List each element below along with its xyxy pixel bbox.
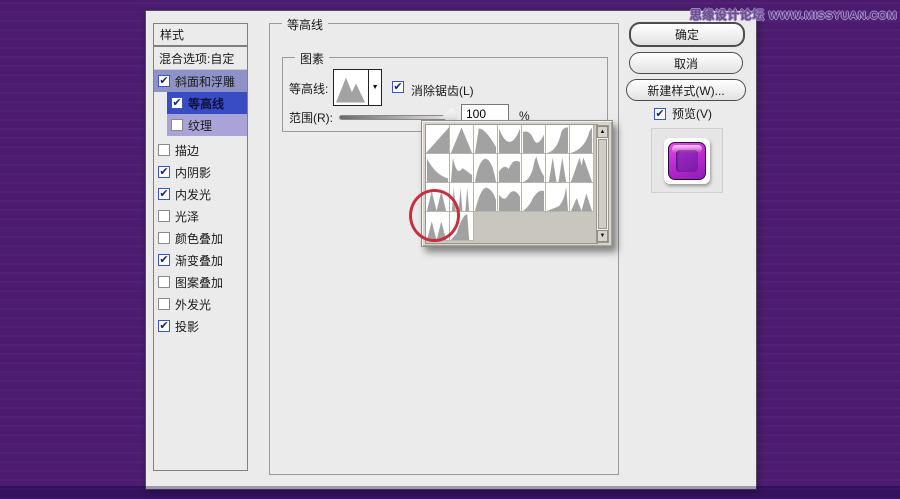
annotation-circle bbox=[409, 189, 460, 242]
contour-preset-0[interactable] bbox=[426, 125, 450, 154]
contour-groupbox: 等高线 图素 等高线: ▼ ✔ 消除锯齿(L) 范围(R): % bbox=[269, 23, 619, 475]
style-checkbox[interactable] bbox=[158, 298, 170, 310]
contour-preset-6[interactable] bbox=[570, 125, 594, 154]
contour-field-label: 等高线: bbox=[289, 80, 328, 97]
range-field-label: 范围(R): bbox=[289, 109, 333, 126]
new-style-button-label: 新建样式(W)... bbox=[647, 82, 724, 99]
preview-swatch-panel bbox=[651, 128, 723, 193]
preview-tile bbox=[664, 138, 710, 184]
style-checkbox[interactable]: ✔ bbox=[158, 320, 170, 332]
style-item-label: 投影 bbox=[175, 318, 199, 335]
styled-button-preview bbox=[668, 142, 706, 180]
ok-button[interactable]: 确定 bbox=[629, 22, 745, 47]
style-item-label: 渐变叠加 bbox=[175, 252, 223, 269]
style-item-3[interactable]: 描边 bbox=[154, 142, 247, 158]
contour-preset-17[interactable] bbox=[498, 183, 522, 212]
contour-preset-18[interactable] bbox=[522, 183, 546, 212]
style-item-2[interactable]: 纹理 bbox=[167, 114, 247, 136]
style-checkbox[interactable]: ✔ bbox=[158, 75, 170, 87]
contour-preset-2[interactable] bbox=[474, 125, 498, 154]
watermark-site-url: WWW.MISSYUAN.COM bbox=[769, 10, 897, 22]
style-checkbox[interactable]: ✔ bbox=[158, 254, 170, 266]
style-item-label: 内阴影 bbox=[175, 164, 211, 181]
contour-preset-1[interactable] bbox=[450, 125, 474, 154]
contour-preset-11[interactable] bbox=[522, 154, 546, 183]
contour-preset-12[interactable] bbox=[546, 154, 570, 183]
antialias-checkbox[interactable]: ✔ bbox=[392, 81, 404, 93]
style-checkbox[interactable] bbox=[158, 276, 170, 288]
styles-panel-title-label: 样式 bbox=[160, 26, 184, 43]
site-watermark: 思缘设计论坛 WWW.MISSYUAN.COM bbox=[690, 6, 897, 23]
style-checkbox[interactable] bbox=[171, 119, 183, 131]
style-item-8[interactable]: ✔ 渐变叠加 bbox=[154, 252, 247, 268]
scroll-down-icon[interactable]: ▼ bbox=[597, 230, 608, 242]
contour-group-title: 等高线 bbox=[282, 16, 328, 33]
style-checkbox[interactable] bbox=[158, 232, 170, 244]
style-item-1[interactable]: ✔ 等高线 bbox=[167, 92, 247, 114]
style-item-10[interactable]: 外发光 bbox=[154, 296, 247, 312]
style-checkbox[interactable]: ✔ bbox=[171, 97, 183, 109]
contour-preset-8[interactable] bbox=[450, 154, 474, 183]
scroll-up-icon[interactable]: ▲ bbox=[597, 126, 608, 138]
antialias-label: 消除锯齿(L) bbox=[411, 82, 474, 99]
cancel-button[interactable]: 取消 bbox=[629, 52, 743, 74]
style-item-0[interactable]: ✔ 斜面和浮雕 bbox=[154, 70, 247, 92]
style-checkbox[interactable]: ✔ bbox=[158, 188, 170, 200]
style-item-label: 描边 bbox=[175, 142, 199, 159]
style-checkbox[interactable] bbox=[158, 210, 170, 222]
style-checkbox[interactable] bbox=[158, 144, 170, 156]
style-item-4[interactable]: ✔ 内阴影 bbox=[154, 164, 247, 180]
popup-scrollbar[interactable]: ▲ ▼ bbox=[596, 125, 609, 243]
watermark-site-name: 思缘设计论坛 bbox=[690, 8, 765, 22]
contour-preset-20[interactable] bbox=[570, 183, 594, 212]
style-item-label: 等高线 bbox=[188, 95, 224, 112]
blending-options-item[interactable]: 混合选项:自定 bbox=[154, 47, 247, 70]
style-item-label: 颜色叠加 bbox=[175, 230, 223, 247]
ok-button-label: 确定 bbox=[675, 26, 699, 43]
new-style-button[interactable]: 新建样式(W)... bbox=[626, 79, 746, 101]
contour-thumbnail[interactable] bbox=[334, 70, 368, 105]
contour-preset-7[interactable] bbox=[426, 154, 450, 183]
contour-preset-dropdown[interactable]: ▼ bbox=[333, 69, 382, 106]
elements-group-title: 图素 bbox=[295, 50, 329, 67]
style-item-6[interactable]: 光泽 bbox=[154, 208, 247, 224]
style-item-5[interactable]: ✔ 内发光 bbox=[154, 186, 247, 202]
style-item-label: 斜面和浮雕 bbox=[175, 73, 235, 90]
styles-panel-title: 样式 bbox=[153, 23, 248, 46]
style-item-11[interactable]: ✔ 投影 bbox=[154, 318, 247, 334]
cancel-button-label: 取消 bbox=[674, 55, 698, 72]
preview-checkbox-label: 预览(V) bbox=[672, 105, 712, 122]
styles-list: 混合选项:自定 ✔ 斜面和浮雕 ✔ 等高线纹理描边 ✔ 内阴影 ✔ 内发光光泽颜色叠加 ✔ 渐变叠… bbox=[153, 46, 248, 471]
style-item-9[interactable]: 图案叠加 bbox=[154, 274, 247, 290]
scrollbar-thumb[interactable] bbox=[598, 139, 607, 229]
layer-style-dialog: 样式 混合选项:自定 ✔ 斜面和浮雕 ✔ 等高线纹理描边 ✔ 内阴影 ✔ 内发光光泽颜色叠加 ✔… bbox=[145, 10, 757, 490]
contour-preset-3[interactable] bbox=[498, 125, 522, 154]
chevron-down-icon[interactable]: ▼ bbox=[368, 70, 381, 105]
contour-preset-16[interactable] bbox=[474, 183, 498, 212]
contour-preset-5[interactable] bbox=[546, 125, 570, 154]
blending-options-label: 混合选项:自定 bbox=[159, 50, 234, 67]
style-item-label: 光泽 bbox=[175, 208, 199, 225]
preview-checkbox[interactable]: ✔ bbox=[654, 108, 666, 120]
contour-preset-13[interactable] bbox=[570, 154, 594, 183]
contour-preset-19[interactable] bbox=[546, 183, 570, 212]
style-item-label: 外发光 bbox=[175, 296, 211, 313]
contour-preset-4[interactable] bbox=[522, 125, 546, 154]
style-item-label: 内发光 bbox=[175, 186, 211, 203]
contour-preset-10[interactable] bbox=[498, 154, 522, 183]
style-item-label: 图案叠加 bbox=[175, 274, 223, 291]
contour-preset-9[interactable] bbox=[474, 154, 498, 183]
style-item-7[interactable]: 颜色叠加 bbox=[154, 230, 247, 246]
style-item-label: 纹理 bbox=[188, 117, 212, 134]
style-checkbox[interactable]: ✔ bbox=[158, 166, 170, 178]
